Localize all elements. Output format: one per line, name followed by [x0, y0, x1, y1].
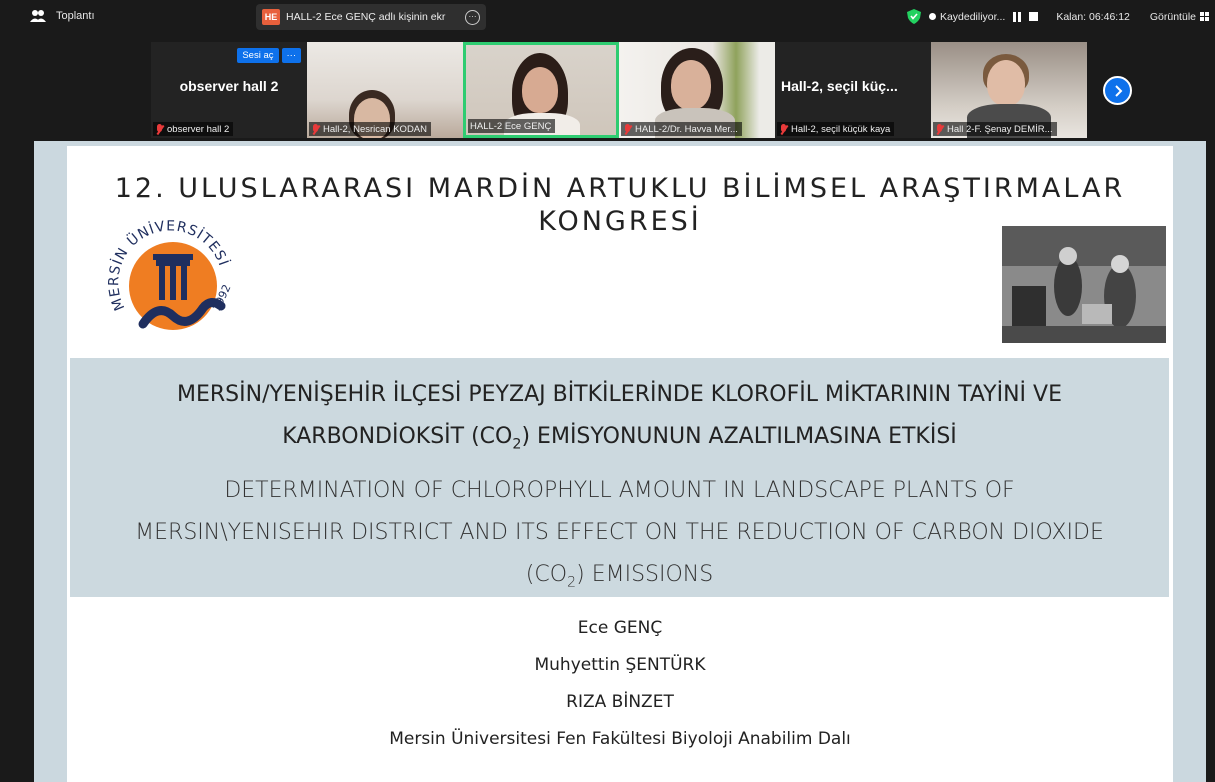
participant-tile-secil[interactable]: Hall-2, seçil küç... Hall-2, seçil küçük…: [775, 42, 931, 138]
participant-video-strip: Sesi aç ··· observer hall 2 observer hal…: [151, 42, 1088, 138]
screen-share-indicator[interactable]: HE HALL-2 Ece GENÇ adlı kişinin ekr ···: [256, 4, 486, 30]
chevron-right-icon: [1114, 84, 1122, 97]
presenter-avatar: HE: [262, 9, 280, 25]
mersin-university-logo: MERSİN ÜNİVERSİTESİ 1992: [106, 218, 233, 330]
mic-muted-icon: [311, 123, 320, 135]
participant-more-button[interactable]: ···: [281, 48, 301, 63]
participant-tile-observer[interactable]: Sesi aç ··· observer hall 2 observer hal…: [151, 42, 307, 138]
mic-muted-icon: [155, 123, 164, 135]
author-name: Muhyettin ŞENTÜRK: [534, 655, 706, 675]
view-menu[interactable]: Görüntüle: [1150, 11, 1209, 23]
authors-block: Ece GENÇ Muhyettin ŞENTÜRK RIZA BİNZET M…: [67, 616, 1173, 764]
participant-name-label: HALL-2 Ece GENÇ: [468, 119, 556, 133]
mic-muted-icon: [779, 123, 788, 135]
participant-name-label: Hall 2-F. Şenay DEMİR...: [933, 122, 1057, 136]
author-name: Ece GENÇ: [577, 618, 663, 638]
recording-indicator: Kaydediliyor...: [928, 10, 1006, 23]
stop-recording-icon[interactable]: [1029, 12, 1039, 21]
participant-tile-senay[interactable]: Hall 2-F. Şenay DEMİR...: [931, 42, 1087, 138]
participant-tile-nesrican[interactable]: Hall-2, Nesrican KODAN: [307, 42, 463, 138]
unmute-button[interactable]: Sesi aç: [237, 48, 279, 63]
participant-tile-havva[interactable]: HALL-2/Dr. Havva Mer...: [619, 42, 775, 138]
participant-name-label: observer hall 2: [153, 122, 234, 136]
recording-dot-icon: [928, 12, 936, 20]
more-options-icon[interactable]: ···: [465, 9, 480, 25]
author-name: RIZA BİNZET: [566, 692, 674, 712]
remaining-time: Kalan: 06:46:12: [1056, 10, 1130, 23]
participant-name-label: HALL-2/Dr. Havva Mer...: [621, 122, 742, 136]
shared-screen: 12. ULUSLARARASI MARDİN ARTUKLU BİLİMSEL…: [34, 141, 1206, 782]
participants-icon: [30, 9, 46, 23]
presentation-slide: 12. ULUSLARARASI MARDİN ARTUKLU BİLİMSEL…: [67, 146, 1173, 782]
historical-engraving-image: [1002, 226, 1166, 343]
meeting-menu[interactable]: Toplantı: [30, 9, 95, 23]
meeting-top-bar: Toplantı HE HALL-2 Ece GENÇ adlı kişinin…: [0, 0, 1215, 34]
screen-share-text: HALL-2 Ece GENÇ adlı kişinin ekr: [286, 11, 446, 23]
security-shield-icon: [906, 9, 921, 24]
pause-recording-icon[interactable]: [1013, 11, 1022, 22]
title-band: MERSİN/YENİŞEHİR İLÇESİ PEYZAJ BİTKİLERİ…: [70, 358, 1169, 597]
author-affiliation: Mersin Üniversitesi Fen Fakültesi Biyolo…: [389, 729, 851, 749]
participant-tile-ece-active-speaker[interactable]: HALL-2 Ece GENÇ: [463, 42, 619, 138]
recording-label: Kaydediliyor...: [939, 10, 1006, 23]
mic-muted-icon: [623, 123, 632, 135]
participant-name-label: Hall-2, seçil küçük kaya: [777, 122, 895, 136]
participant-name-label: Hall-2, Nesrican KODAN: [309, 122, 431, 136]
top-bar-status: Kaydediliyor... Kalan: 06:46:12 Görüntül…: [906, 9, 1209, 24]
mic-muted-icon: [935, 123, 944, 135]
participant-display-name: Hall-2, seçil küç...: [781, 78, 898, 94]
meeting-label: Toplantı: [56, 10, 95, 22]
next-participants-button[interactable]: [1103, 76, 1132, 105]
english-title: DETERMINATION OF CHLOROPHYLL AMOUNT IN L…: [135, 478, 1104, 591]
view-grid-icon: [1200, 12, 1209, 21]
participant-display-name: observer hall 2: [179, 78, 279, 94]
turkish-title: MERSİN/YENİŞEHİR İLÇESİ PEYZAJ BİTKİLERİ…: [176, 382, 1062, 453]
view-label: Görüntüle: [1149, 10, 1196, 23]
